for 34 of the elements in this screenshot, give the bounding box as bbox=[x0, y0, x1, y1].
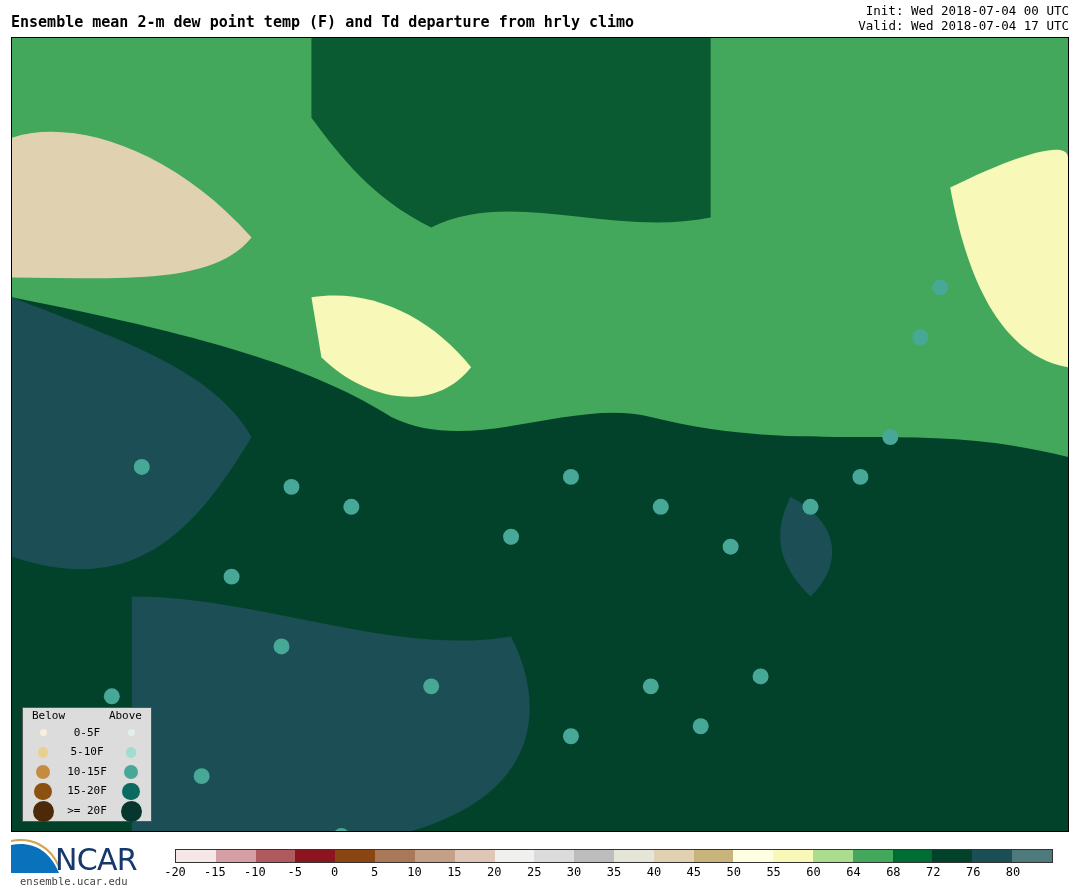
colorbar-tick-label: 25 bbox=[526, 865, 542, 879]
legend-label: 10-15F bbox=[66, 763, 108, 780]
colorbar-tick-label: 15 bbox=[447, 865, 462, 879]
colorbar-tick-label: -10 bbox=[243, 865, 266, 879]
colorbar-tick-label: 0 bbox=[331, 865, 339, 879]
chart-title: Ensemble mean 2-m dew point temp (F) and Td departure from hrly climo bbox=[11, 11, 635, 33]
colorbar-tick-label: -5 bbox=[287, 865, 302, 879]
logo-wordmark: NCAR bbox=[55, 845, 137, 875]
colorbar-tick-label: 80 bbox=[1005, 865, 1021, 879]
legend-label: 0-5F bbox=[72, 724, 102, 741]
colorbar-tick-label: 60 bbox=[806, 865, 821, 879]
colorbar-tick-label: 10 bbox=[407, 865, 422, 879]
colorbar-tick-label: -20 bbox=[164, 865, 186, 879]
init-time: Init: Wed 2018-07-04 00 UTC bbox=[865, 3, 1069, 18]
colorbar-tick-label: 55 bbox=[766, 865, 781, 879]
colorbar-tick-label: 5 bbox=[370, 865, 379, 879]
colorbar-tick-label: 35 bbox=[606, 865, 622, 879]
colorbar-tick-label: 45 bbox=[686, 865, 702, 879]
colorbar-tick-label: 68 bbox=[886, 865, 901, 879]
colorbar-tick-label: -15 bbox=[204, 865, 226, 879]
colorbar-tick-label: 40 bbox=[646, 865, 662, 879]
colorbar-tick-label: 50 bbox=[726, 865, 741, 879]
colorbar-tick-label: 30 bbox=[566, 865, 582, 879]
legend-label: 5-10F bbox=[69, 744, 105, 760]
legend-label: 15-20F bbox=[66, 783, 108, 799]
colorbar-tick-label: 64 bbox=[846, 865, 861, 879]
legend-heading: Below bbox=[32, 709, 66, 723]
legend-heading: Above bbox=[108, 709, 142, 723]
colorbar-tick-label: 76 bbox=[965, 865, 981, 879]
legend-label: >= 20F bbox=[66, 803, 108, 820]
valid-time: Valid: Wed 2018-07-04 17 UTC bbox=[858, 18, 1069, 33]
logo-url: ensemble.ucar.edu bbox=[19, 875, 129, 887]
colorbar-tick-label: 20 bbox=[487, 865, 502, 879]
colorbar-tick-label: 72 bbox=[926, 865, 941, 879]
